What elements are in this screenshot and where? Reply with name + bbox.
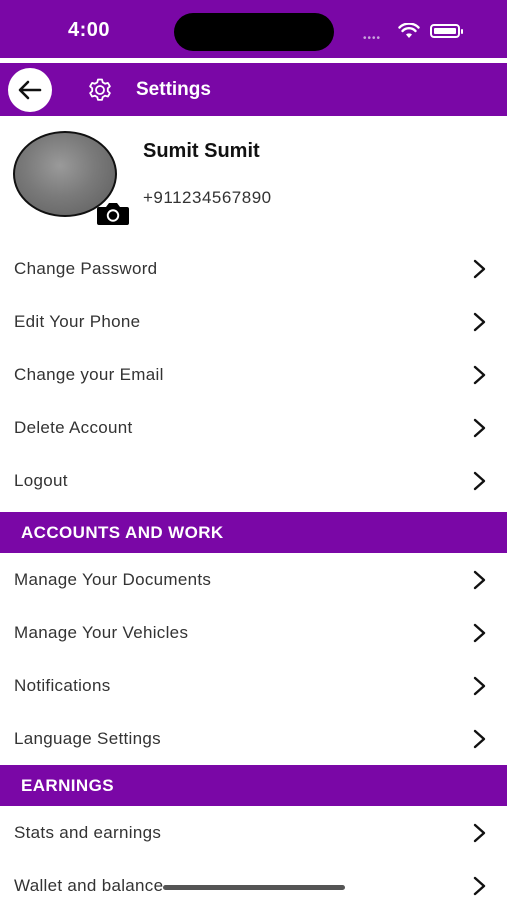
menu-item-label: Delete Account [14, 417, 133, 437]
chevron-right-icon [473, 471, 486, 491]
back-arrow-icon [18, 80, 42, 100]
menu-item-label: Manage Your Vehicles [14, 622, 189, 642]
menu-item-language-settings[interactable]: Language Settings [0, 712, 507, 765]
profile-section: Sumit Sumit +911234567890 [0, 116, 507, 236]
menu-item-notifications[interactable]: Notifications [0, 659, 507, 712]
chevron-right-icon [473, 570, 486, 590]
menu-item-label: Change Password [14, 258, 158, 278]
section-header-earnings: EARNINGS [0, 765, 507, 806]
menu-item-manage-vehicles[interactable]: Manage Your Vehicles [0, 606, 507, 659]
chevron-right-icon [473, 823, 486, 843]
account-menu: Change Password Edit Your Phone Change y… [0, 242, 507, 507]
accounts-work-menu: Manage Your Documents Manage Your Vehicl… [0, 553, 507, 765]
back-button[interactable] [8, 68, 52, 112]
chevron-right-icon [473, 259, 486, 279]
menu-item-manage-documents[interactable]: Manage Your Documents [0, 553, 507, 606]
chevron-right-icon [473, 365, 486, 385]
wifi-icon [398, 23, 420, 38]
menu-item-label: Edit Your Phone [14, 311, 141, 331]
profile-name: Sumit Sumit [143, 140, 260, 162]
menu-item-stats-earnings[interactable]: Stats and earnings [0, 806, 507, 859]
earnings-menu: Stats and earnings Wallet and balance [0, 806, 507, 912]
menu-item-label: Language Settings [14, 728, 161, 748]
page-title: Settings [136, 79, 211, 100]
chevron-right-icon [473, 312, 486, 332]
section-title: ACCOUNTS AND WORK [21, 523, 224, 542]
menu-item-delete-account[interactable]: Delete Account [0, 401, 507, 454]
menu-item-label: Logout [14, 470, 68, 490]
section-header-accounts-work: ACCOUNTS AND WORK [0, 512, 507, 553]
gear-icon [89, 78, 111, 101]
camera-icon[interactable] [96, 201, 130, 227]
signal-icon: •••• [363, 33, 382, 44]
chevron-right-icon [473, 676, 486, 696]
profile-phone: +911234567890 [143, 188, 272, 207]
chevron-right-icon [473, 729, 486, 749]
section-title: EARNINGS [21, 776, 114, 795]
app-header: Settings [0, 63, 507, 116]
chevron-right-icon [473, 623, 486, 643]
chevron-right-icon [473, 876, 486, 896]
menu-item-logout[interactable]: Logout [0, 454, 507, 507]
menu-item-label: Manage Your Documents [14, 569, 212, 589]
dynamic-island [174, 13, 334, 51]
menu-item-label: Change your Email [14, 364, 164, 384]
battery-icon [430, 24, 463, 38]
menu-item-change-email[interactable]: Change your Email [0, 348, 507, 401]
menu-item-label: Wallet and balance [14, 875, 164, 895]
chevron-right-icon [473, 418, 486, 438]
menu-item-label: Notifications [14, 675, 111, 695]
status-bar: 4:00 •••• [0, 0, 507, 58]
status-time: 4:00 [68, 19, 111, 41]
menu-item-edit-phone[interactable]: Edit Your Phone [0, 295, 507, 348]
home-indicator [163, 885, 345, 890]
menu-item-change-password[interactable]: Change Password [0, 242, 507, 295]
menu-item-label: Stats and earnings [14, 822, 162, 842]
